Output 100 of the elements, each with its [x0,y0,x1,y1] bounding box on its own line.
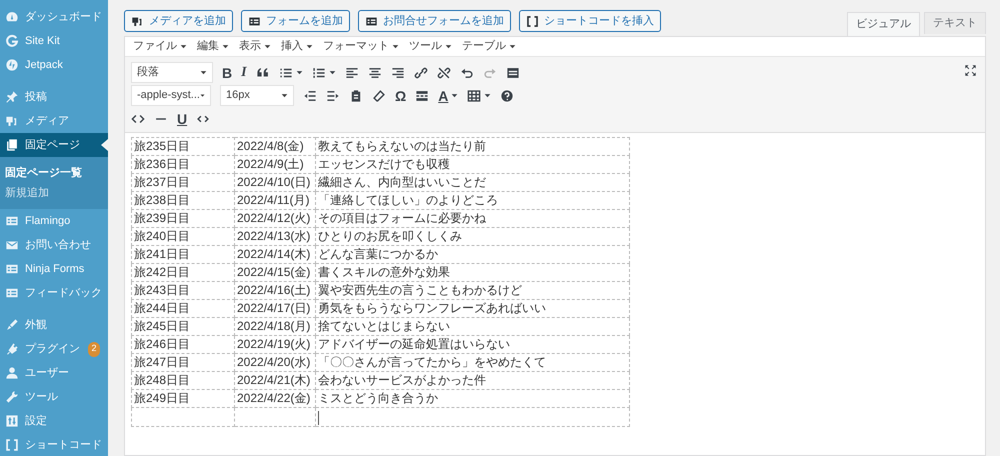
dropdown-select[interactable]: 段落 [131,62,213,83]
sidebar-item[interactable]: 設定 [0,409,108,433]
table-cell: 2022/4/10(日) [234,174,316,192]
menu-item[interactable]: フォーマット [323,38,399,55]
table-cell: どんな言葉につかるか [316,246,630,264]
add-media-button[interactable]: フォームを追加 [241,10,350,32]
table-cell: 旅243日目 [132,282,234,300]
dropdown-select[interactable]: 16px [220,85,294,106]
sidebar-item[interactable]: Site Kit [0,29,108,53]
table-cell: 旅236日目 [132,156,234,174]
sidebar-item[interactable]: メディア [0,109,108,133]
submenu-item[interactable]: 固定ページ一覧 [0,163,108,183]
menu-item[interactable]: テーブル [462,38,516,55]
sidebar-item[interactable]: プラグイン 2 [0,337,108,361]
table-cell: 旅249日目 [132,390,234,408]
link-icon [414,66,428,80]
sidebar-item[interactable]: ショートコード [0,433,108,456]
table-cell: ひとりのお尻を叩くしくみ [316,228,630,246]
sidebar-item[interactable]: 固定ページ [0,133,108,157]
menu-item[interactable]: 挿入 [281,38,313,55]
media-icon [131,14,144,28]
dropdown-select[interactable]: -apple-syst... [131,85,211,106]
add-media-button[interactable]: ショートコードを挿入 [519,10,661,32]
add-media-button[interactable]: お問合せフォームを追加 [358,10,511,32]
horizontal-line-icon [154,118,168,120]
table-cell: 旅242日目 [132,264,234,282]
table-cell: 2022/4/9(土) [234,156,316,174]
editor-tab[interactable]: テキスト [924,12,986,34]
table-cell: その項目はフォームに必要かね [316,210,630,228]
align-center-icon [368,66,382,80]
fullscreen-icon [964,64,977,77]
numbered-list-icon [312,66,326,80]
caret-icon [200,69,207,76]
sidebar-item[interactable]: Ninja Forms [0,257,108,281]
table-cell: 2022/4/15(金) [234,264,316,282]
outdent-icon [303,88,317,102]
clipboard-icon [349,88,363,102]
submenu-item[interactable]: 新規追加 [0,183,108,203]
user-icon [5,366,19,380]
caret-icon [264,43,271,50]
pin-icon [5,90,19,104]
table-cell: 旅247日目 [132,354,234,372]
form-icon [248,14,261,28]
brackets-icon [5,438,19,452]
sidebar-item[interactable]: 投稿 [0,85,108,109]
sidebar-item[interactable]: ダッシュボード [0,5,108,29]
caret-icon [392,43,399,50]
table-cell: 2022/4/21(木) [234,372,316,390]
add-media-button[interactable]: メディアを追加 [124,10,233,32]
table-cell: 勇気をもらうならワンフレーズあればいい [316,300,630,318]
table-cell: 旅240日目 [132,228,234,246]
toolbar-button[interactable]: Ω [395,86,406,106]
menu-item[interactable]: ツール [409,38,452,55]
table-cell: 旅248日目 [132,372,234,390]
sidebar-item[interactable]: お問い合わせ [0,233,108,257]
menu-item[interactable]: 編集 [197,38,229,55]
table-cell: 旅235日目 [132,138,234,156]
toolbar-button[interactable]: U [177,108,188,128]
form-icon [5,286,19,300]
sidebar-item[interactable]: フィードバック [0,281,108,305]
eraser-icon [372,88,386,102]
caret-icon [281,92,288,99]
wrench-icon [5,390,19,404]
fullscreen-button[interactable] [964,64,977,77]
table-cell: 旅244日目 [132,300,234,318]
help-icon [500,88,514,102]
sidebar-item[interactable]: 外観 [0,313,108,337]
menu-item[interactable]: 表示 [239,38,271,55]
sidebar-item[interactable]: ユーザー [0,361,108,385]
align-left-icon [344,66,359,80]
table-cell: 「連絡してほしい」のよりどころ [316,192,630,210]
form-icon [5,262,19,276]
table-cell: アドバイザーの延命処置はいらない [316,336,630,354]
table-cell: 2022/4/11(月) [234,192,316,210]
menu-item[interactable]: ファイル [133,38,187,55]
toolbar-button[interactable]: B [222,62,232,82]
table-cell: 旅237日目 [132,174,234,192]
editor-tab[interactable]: ビジュアル [847,12,920,36]
table-cell: 旅239日目 [132,210,234,228]
toolbar-toggle-icon [506,66,520,80]
sidebar-item[interactable]: Flamingo [0,209,108,233]
table-grid-icon [467,88,482,102]
g-letter-icon [5,34,19,48]
form-icon [5,214,19,228]
toolbar-button[interactable]: A [438,86,458,106]
gauge-icon [5,10,19,24]
caret-icon [445,43,452,50]
sidebar-item[interactable]: Jetpack [0,53,108,77]
table-cell: 捨てないとはじまらない [316,318,630,336]
table-cell: エッセンスだけでも収穫 [316,156,630,174]
toolbar-button[interactable]: I [241,62,247,82]
table-cell: 2022/4/14(木) [234,246,316,264]
sliders-icon [5,414,19,428]
sidebar-item[interactable]: ツール [0,385,108,409]
bolt-circle-icon [5,58,19,72]
text-cursor [318,410,319,425]
quote-icon [256,66,270,80]
page-break-icon [415,88,430,102]
table-cell: ミスとどう向き合うか [316,390,630,408]
plug-icon [5,342,19,356]
